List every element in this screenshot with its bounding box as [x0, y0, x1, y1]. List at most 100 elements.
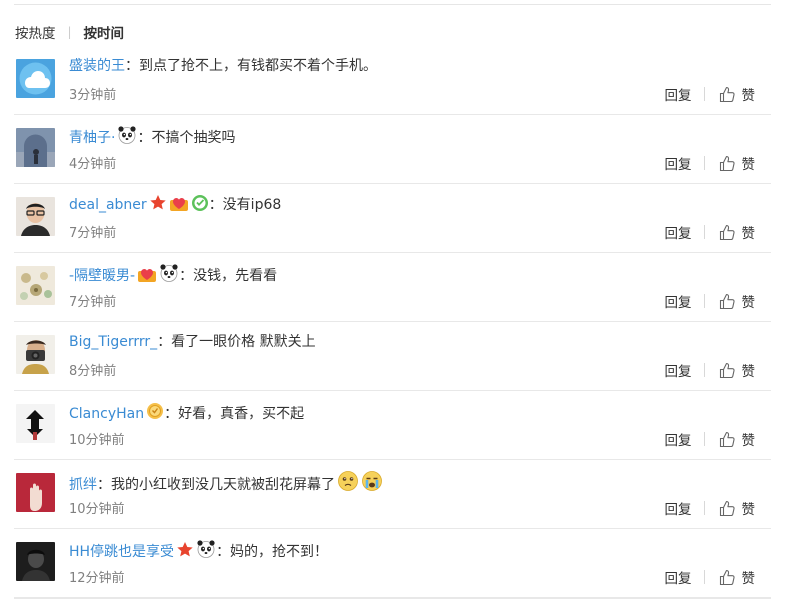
reply-button[interactable]: 回复	[665, 429, 692, 449]
comment-text: ：没钱，先看看	[179, 268, 278, 284]
gold-badge-icon	[146, 401, 164, 427]
user-avatar[interactable]	[16, 266, 55, 305]
sort-by-time[interactable]: 按时间	[84, 22, 125, 42]
comment-actions: 回复 赞	[665, 567, 756, 587]
panda-emoji	[117, 125, 137, 151]
star-badge-icon	[149, 194, 167, 218]
thumbs-up-icon	[719, 500, 735, 516]
comment-actions: 回复 赞	[665, 291, 756, 311]
comment-actions: 回复 赞	[665, 498, 755, 518]
like-button[interactable]: 赞	[719, 153, 756, 173]
like-label: 赞	[741, 226, 756, 242]
like-label: 赞	[741, 571, 756, 587]
comment-content: HH停跳也是享受 ：妈的，抢不到！	[69, 539, 328, 565]
comment-text: ：我的小红收到没几天就被刮花屏幕了	[97, 477, 335, 493]
like-button[interactable]: 赞	[719, 360, 756, 380]
panda-emoji	[196, 539, 216, 565]
comment-item: -隔壁暖男- ：没钱，先看看 7分钟前 回复 赞	[14, 253, 771, 322]
comment-time: 3分钟前	[69, 88, 117, 103]
commenter-name[interactable]: 盛装的王	[69, 58, 125, 74]
star-badge-icon	[176, 541, 194, 565]
comment-actions: 回复 赞	[665, 84, 755, 104]
sort-separator: |	[67, 25, 72, 39]
comment-list: 盛装的王：到点了抢不上，有钱都买不着个手机。 3分钟前 回复赞青柚子· ：不搞个抽奖吗…	[14, 46, 771, 598]
comment-text: ：没有ip68	[208, 197, 282, 213]
action-divider	[703, 294, 705, 308]
thumbs-up-icon	[719, 293, 735, 309]
user-avatar[interactable]	[16, 473, 55, 512]
comment-item: 抓绊：我的小红收到没几天就被刮花屏幕了 10分钟前 回复 赞	[14, 460, 771, 529]
comment-content: 青柚子· ：不搞个抽奖吗	[69, 125, 235, 151]
comment-time: 10分钟前	[69, 502, 125, 517]
comment-content: ClancyHan ：好看，真香，买不起	[69, 401, 304, 427]
commenter-name[interactable]: HH停跳也是享受	[69, 544, 174, 560]
sort-by-hot[interactable]: 按热度	[15, 22, 56, 42]
comment-item: HH停跳也是享受 ：妈的，抢不到！ 12分钟前 回复 赞	[14, 529, 771, 598]
comment-time: 8分钟前	[69, 364, 117, 379]
action-divider	[703, 570, 705, 584]
commenter-name[interactable]: -隔壁暖男-	[69, 268, 135, 284]
thumbs-up-icon	[719, 86, 735, 102]
thumbs-up-icon	[719, 431, 735, 447]
heart-badge-icon	[137, 265, 157, 289]
bottom-divider	[14, 598, 771, 599]
comment-text: ：妈的，抢不到！	[216, 544, 329, 560]
comment-item: deal_abner ：没有ip68 7分钟前 回复 赞	[14, 184, 771, 253]
like-label: 赞	[741, 295, 756, 311]
reply-button[interactable]: 回复	[665, 291, 692, 311]
like-label: 赞	[741, 157, 756, 173]
comment-actions: 回复 赞	[665, 429, 755, 449]
comment-item: Big_Tigerrrr_：看了一眼价格 默默关上 8分钟前 回复 赞	[14, 322, 771, 391]
panda-emoji	[159, 263, 179, 289]
comment-text: ：看了一眼价格 默默关上	[157, 334, 316, 350]
comment-text: ：好看，真香，买不起	[164, 406, 305, 422]
heart-badge-icon	[169, 194, 189, 218]
like-button[interactable]: 赞	[719, 222, 756, 242]
action-divider	[703, 87, 705, 101]
comment-time: 7分钟前	[69, 295, 117, 310]
user-avatar[interactable]	[16, 59, 55, 98]
like-label: 赞	[741, 364, 756, 380]
reply-button[interactable]: 回复	[665, 153, 692, 173]
user-avatar[interactable]	[16, 542, 55, 581]
comment-actions: 回复 赞	[665, 153, 756, 173]
comment-text: ：不搞个抽奖吗	[137, 130, 236, 146]
user-avatar[interactable]	[16, 404, 55, 443]
reply-button[interactable]: 回复	[665, 222, 692, 242]
commenter-name[interactable]: Big_Tigerrrr_	[69, 334, 157, 350]
comment-content: -隔壁暖男- ：没钱，先看看	[69, 263, 277, 289]
like-button[interactable]: 赞	[719, 498, 755, 518]
like-button[interactable]: 赞	[719, 567, 756, 587]
comment-item: 盛装的王：到点了抢不上，有钱都买不着个手机。 3分钟前 回复 赞	[14, 46, 771, 115]
action-divider	[703, 156, 705, 170]
action-divider	[703, 225, 705, 239]
comment-item: ClancyHan ：好看，真香，买不起 10分钟前 回复 赞	[14, 391, 771, 460]
comment-text: ：到点了抢不上，有钱都买不着个手机。	[125, 58, 377, 74]
reply-button[interactable]: 回复	[665, 567, 692, 587]
comment-actions: 回复 赞	[665, 222, 756, 242]
user-avatar[interactable]	[16, 335, 55, 374]
comment-content: 盛装的王：到点了抢不上，有钱都买不着个手机。	[69, 56, 377, 76]
reply-button[interactable]: 回复	[665, 84, 692, 104]
user-avatar[interactable]	[16, 128, 55, 167]
thumbs-up-icon	[719, 569, 735, 585]
cry-emoji	[361, 470, 383, 498]
top-divider	[14, 4, 771, 5]
like-button[interactable]: 赞	[719, 429, 755, 449]
sort-bar: 按热度 | 按时间	[15, 22, 124, 42]
commenter-name[interactable]: 抓绊	[69, 477, 97, 493]
comment-time: 4分钟前	[69, 157, 117, 172]
like-button[interactable]: 赞	[719, 291, 756, 311]
commenter-name[interactable]: deal_abner	[69, 197, 147, 213]
comment-content: deal_abner ：没有ip68	[69, 194, 281, 218]
sad-emoji	[337, 470, 359, 498]
commenter-name[interactable]: 青柚子·	[69, 130, 115, 146]
reply-button[interactable]: 回复	[665, 498, 692, 518]
like-button[interactable]: 赞	[719, 84, 755, 104]
comment-time: 10分钟前	[69, 433, 125, 448]
user-avatar[interactable]	[16, 197, 55, 236]
action-divider	[703, 363, 705, 377]
reply-button[interactable]: 回复	[665, 360, 692, 380]
commenter-name[interactable]: ClancyHan	[69, 406, 144, 422]
comment-time: 7分钟前	[69, 226, 117, 241]
